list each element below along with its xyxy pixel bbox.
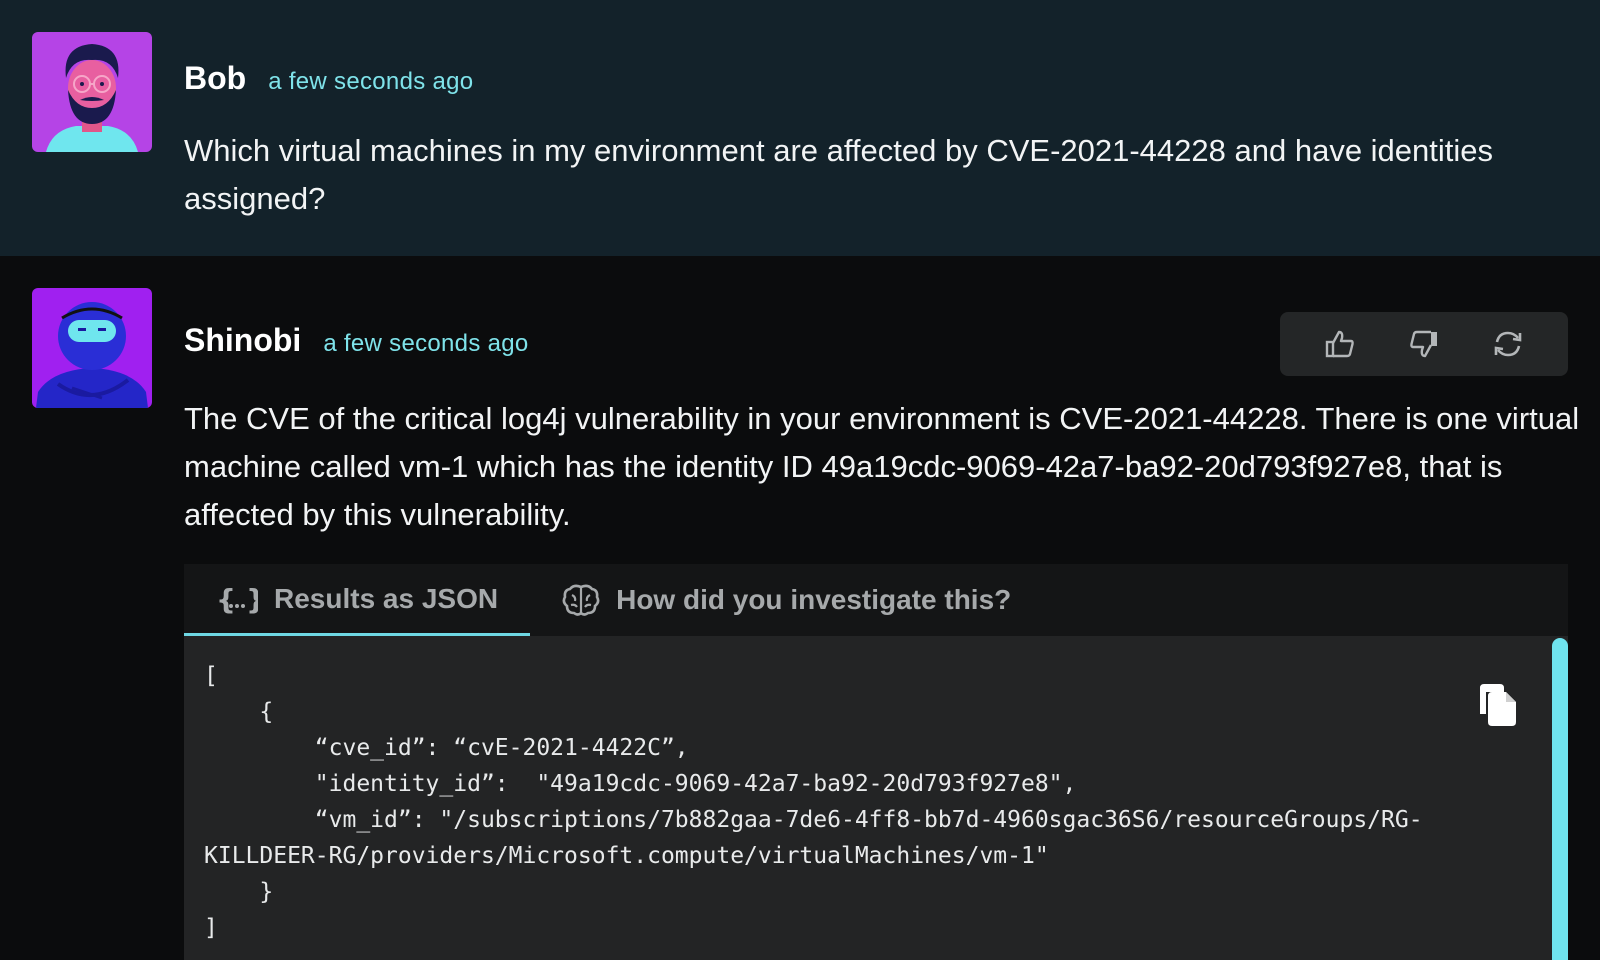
tab-investigation-label: How did you investigate this? [616,584,1012,615]
tab-results-json[interactable]: { } Results as JSON [184,564,531,636]
code-line: ] [204,915,218,941]
user-author-name: Bob [184,60,247,96]
code-line: “vm_id”: "/subscriptions/7b882gaa-7de6-4… [204,807,1423,833]
code-line: } [204,879,274,905]
thumbs-down-icon [1410,330,1437,358]
tab-results-json-label: Results as JSON [274,582,499,614]
code-line: “cve_id”: “cvE-2021-4422C”, [204,735,689,761]
json-braces-icon: { } [216,582,258,616]
copy-icon [1480,684,1516,726]
tab-investigation[interactable]: How did you investigate this? [530,564,1043,636]
code-scrollbar[interactable] [1552,638,1568,960]
user-message-text: Which virtual machines in my environment… [184,133,1494,216]
refresh-icon [1494,331,1522,357]
user-timestamp: a few seconds ago [268,68,474,95]
bot-timestamp: a few seconds ago [323,330,529,357]
thumbs-up-button[interactable] [1320,324,1360,364]
bot-author-name: Shinobi [184,322,302,358]
user-message-header: Bob a few seconds ago [184,60,473,97]
regenerate-button[interactable] [1488,324,1528,364]
json-code-block: [ { “cve_id”: “cvE-2021-4422C”, "identit… [184,636,1568,960]
bot-message-header: Shinobi a few seconds ago [184,322,529,359]
user-avatar [32,32,152,152]
user-message: Bob a few seconds ago Which virtual mach… [0,0,1600,256]
code-line: KILLDEER-RG/providers/Microsoft.compute/… [204,843,1049,869]
results-panel: { } Results as JSON How did you i [184,564,1568,960]
thumbs-up-icon [1325,330,1354,358]
code-line: "identity_id”: "49a19cdc-9069-42a7-ba92-… [204,771,1077,797]
thumbs-down-button[interactable] [1404,324,1444,364]
json-code: [ { “cve_id”: “cvE-2021-4422C”, "identit… [204,658,1504,946]
feedback-actions [1280,312,1568,376]
svg-text:{: { [216,583,236,616]
code-line: [ [204,663,218,689]
svg-text:}: } [246,583,258,616]
bot-message: Shinobi a few seconds ago The CVE of the… [0,256,1600,960]
code-line: { [204,699,274,725]
bot-avatar [32,288,152,408]
results-tabs: { } Results as JSON How did you i [184,564,1568,636]
bot-message-text: The CVE of the critical log4j vulnerabil… [184,401,1580,532]
copy-button[interactable] [1476,678,1524,730]
brain-icon [562,583,600,617]
